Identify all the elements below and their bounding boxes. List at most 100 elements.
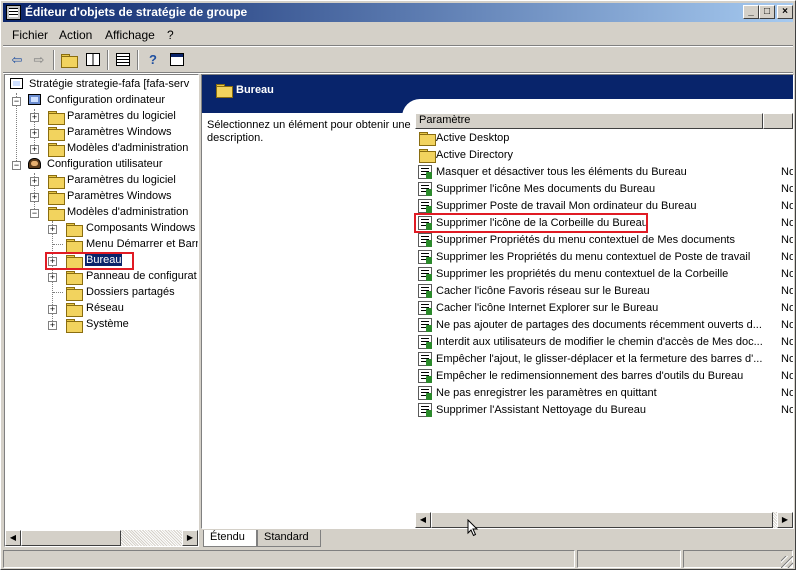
- tree-item-label: Configuration ordinateur: [47, 94, 166, 106]
- menu-action[interactable]: Action: [59, 28, 92, 42]
- policy-state: Non: [781, 353, 793, 365]
- expand-toggle[interactable]: +: [30, 193, 39, 202]
- column-header-parametre[interactable]: Paramètre: [415, 113, 763, 129]
- tree-connector: [53, 292, 63, 293]
- scroll-right-button[interactable]: ▶: [182, 530, 198, 546]
- folder-icon: [66, 271, 83, 285]
- tree-item-label: Composants Windows: [86, 222, 196, 234]
- list-item-policy[interactable]: Interdit aux utilisateurs de modifier le…: [418, 334, 793, 351]
- show-hide-tree-icon[interactable]: [83, 50, 103, 70]
- expand-toggle[interactable]: +: [48, 225, 57, 234]
- policy-name: Ne pas enregistrer les paramètres en qui…: [436, 387, 657, 399]
- details-pane: Bureau Sélectionnez un élément pour obte…: [201, 74, 794, 529]
- policy-name: Cacher l'icône Favoris réseau sur le Bur…: [436, 285, 650, 297]
- mouse-pointer-icon: [467, 519, 479, 537]
- folder-icon: [66, 319, 83, 333]
- tree-connector: [53, 244, 63, 245]
- toolbar: ⇦ ⇨ ?: [3, 47, 793, 73]
- expand-toggle[interactable]: +: [30, 177, 39, 186]
- window-title: Éditeur d'objets de stratégie de groupe: [25, 5, 248, 19]
- collapse-toggle[interactable]: −: [12, 97, 21, 106]
- toolbar-separator: [107, 50, 109, 70]
- policy-state: Non: [781, 285, 793, 297]
- tree-item-label: Paramètres Windows: [67, 190, 172, 202]
- policy-state: Non: [781, 370, 793, 382]
- folder-icon: [48, 175, 65, 189]
- policy-setting-icon: [418, 403, 432, 417]
- policy-name: Supprimer l'Assistant Nettoyage du Burea…: [436, 404, 646, 416]
- tree-item-label: Panneau de configurat: [86, 270, 197, 282]
- list-item-policy[interactable]: Supprimer Propriétés du menu contextuel …: [418, 232, 793, 249]
- gpo-scroll-icon: [10, 77, 26, 93]
- tab-etendu[interactable]: Étendu: [203, 530, 257, 547]
- expand-toggle[interactable]: +: [30, 113, 39, 122]
- list-item-policy[interactable]: Supprimer l'Assistant Nettoyage du Burea…: [418, 402, 793, 419]
- list-item-policy[interactable]: Supprimer les Propriétés du menu context…: [418, 249, 793, 266]
- menu-help[interactable]: ?: [167, 28, 174, 42]
- scroll-left-button[interactable]: ◀: [5, 530, 21, 546]
- list-item-policy[interactable]: Cacher l'icône Favoris réseau sur le Bur…: [418, 283, 793, 300]
- column-header-state[interactable]: [763, 113, 793, 129]
- tree-item-label: Système: [86, 318, 129, 330]
- status-bar: [3, 550, 793, 568]
- list-item-name: Active Desktop: [436, 132, 510, 144]
- maximize-button[interactable]: □: [759, 5, 775, 19]
- status-panel-main: [3, 550, 575, 568]
- scroll-right-button[interactable]: ▶: [777, 512, 793, 528]
- policy-state: Non: [781, 319, 793, 331]
- scroll-thumb[interactable]: [431, 512, 773, 528]
- title-bar[interactable]: Éditeur d'objets de stratégie de groupe …: [3, 3, 793, 22]
- list-item-policy[interactable]: Supprimer l'icône Mes documents du Burea…: [418, 181, 793, 198]
- scroll-thumb[interactable]: [21, 530, 121, 546]
- list-item-policy[interactable]: Ne pas ajouter de partages des documents…: [418, 317, 793, 334]
- minimize-button[interactable]: _: [743, 5, 759, 19]
- tree-item-label: Configuration utilisateur: [47, 158, 163, 170]
- list-item-policy[interactable]: Cacher l'icône Internet Explorer sur le …: [418, 300, 793, 317]
- policy-setting-icon: [418, 165, 432, 179]
- scroll-left-button[interactable]: ◀: [415, 512, 431, 528]
- resize-grip[interactable]: [781, 556, 793, 568]
- export-list-icon[interactable]: [113, 50, 133, 70]
- policy-setting-icon: [418, 250, 432, 264]
- policy-name: Interdit aux utilisateurs de modifier le…: [436, 336, 763, 348]
- annotation-highlight-corbeille: [414, 213, 648, 233]
- expand-toggle[interactable]: +: [30, 129, 39, 138]
- gpedit-app-icon[interactable]: [6, 5, 21, 20]
- policy-state: Non: [781, 336, 793, 348]
- policy-state: Non: [781, 387, 793, 399]
- list-item-folder[interactable]: Active Desktop: [418, 130, 793, 147]
- collapse-toggle[interactable]: −: [12, 161, 21, 170]
- up-folder-icon[interactable]: [59, 50, 79, 70]
- list-item-policy[interactable]: Ne pas enregistrer les paramètres en qui…: [418, 385, 793, 402]
- policy-name: Masquer et désactiver tous les éléments …: [436, 166, 687, 178]
- policy-setting-icon: [418, 352, 432, 366]
- help-icon[interactable]: ?: [143, 50, 163, 70]
- tree-pane[interactable]: Stratégie strategie-fafa [fafa-serv − Co…: [4, 74, 199, 547]
- folder-open-icon: [216, 84, 233, 98]
- expand-toggle[interactable]: +: [48, 273, 57, 282]
- collapse-toggle[interactable]: −: [30, 209, 39, 218]
- list-item-policy[interactable]: Empêcher le redimensionnement des barres…: [418, 368, 793, 385]
- properties-icon[interactable]: [167, 50, 187, 70]
- policy-name: Cacher l'icône Internet Explorer sur le …: [436, 302, 659, 314]
- forward-arrow-icon[interactable]: ⇨: [29, 50, 49, 70]
- back-arrow-icon[interactable]: ⇦: [7, 50, 27, 70]
- policy-state: Non: [781, 268, 793, 280]
- list-item-policy[interactable]: Supprimer les propriétés du menu context…: [418, 266, 793, 283]
- menu-affichage[interactable]: Affichage: [105, 28, 155, 42]
- list-item-policy[interactable]: Masquer et désactiver tous les éléments …: [418, 164, 793, 181]
- expand-toggle[interactable]: +: [48, 321, 57, 330]
- folder-icon: [419, 132, 436, 146]
- tab-standard[interactable]: Standard: [257, 530, 321, 547]
- tree-horizontal-scrollbar[interactable]: ◀ ▶: [5, 530, 198, 546]
- list-column-headers: Paramètre: [415, 113, 793, 129]
- expand-toggle[interactable]: +: [30, 145, 39, 154]
- folder-icon: [66, 287, 83, 301]
- menu-fichier[interactable]: Fichier: [12, 28, 48, 42]
- policy-state: Non: [781, 183, 793, 195]
- close-button[interactable]: ×: [777, 5, 793, 19]
- list-item-policy[interactable]: Empêcher l'ajout, le glisser-déplacer et…: [418, 351, 793, 368]
- policy-state: Non: [781, 166, 793, 178]
- expand-toggle[interactable]: +: [48, 305, 57, 314]
- list-item-folder[interactable]: Active Directory: [418, 147, 793, 164]
